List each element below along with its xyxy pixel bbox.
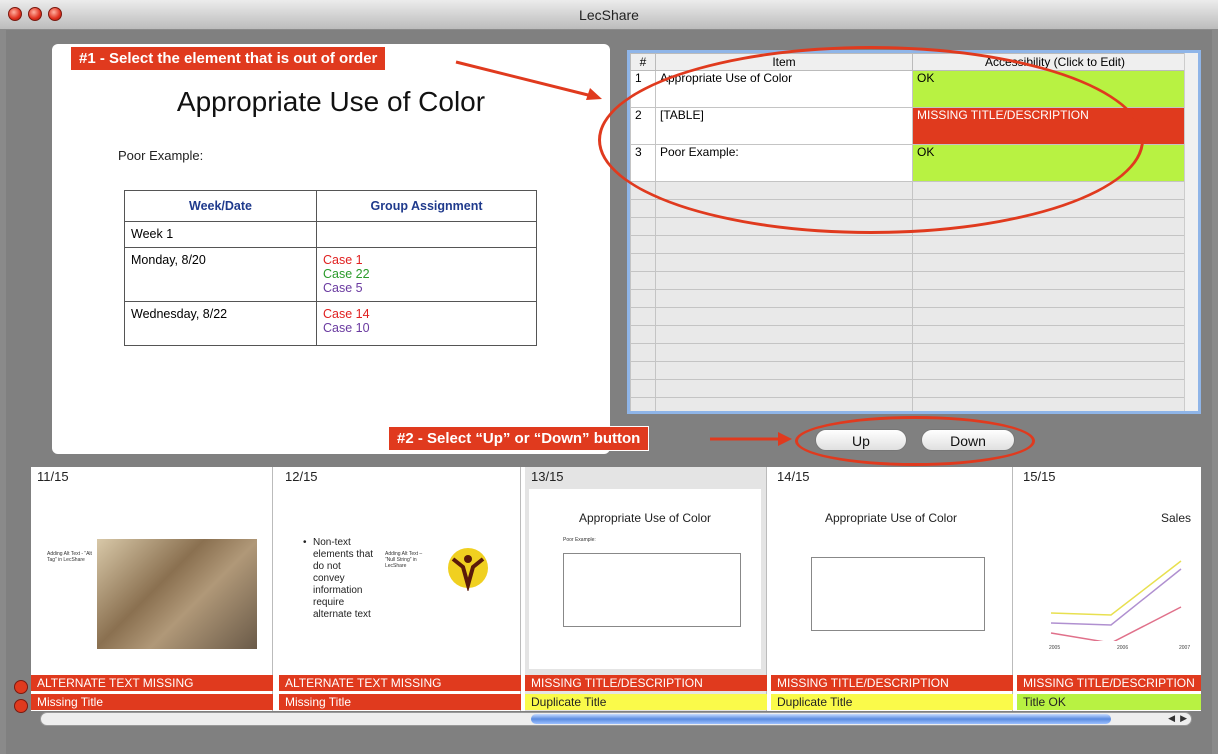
window-titlebar: LecShare	[0, 0, 1218, 30]
mini-table	[563, 553, 741, 627]
slide-number: 11/15	[37, 469, 69, 484]
mini-slide-title: Appropriate Use of Color	[578, 511, 712, 525]
status-title-description: MISSING TITLE/DESCRIPTION	[525, 675, 767, 691]
mini-slide-title: Appropriate Use of Color	[824, 511, 958, 525]
case-label: Case 1	[323, 253, 363, 267]
axis-year: 2007	[1179, 645, 1191, 651]
scrollbar-thumb[interactable]	[531, 714, 1111, 724]
grid-scrollbar[interactable]	[1184, 53, 1198, 411]
slide-thumbnail-image: Appropriate Use of Color	[775, 489, 1007, 669]
alt-text-caption: Adding Alt Text - “Alt Tag” in LecShare	[47, 551, 92, 563]
person-clipart-icon	[448, 548, 488, 591]
down-button[interactable]: Down	[921, 429, 1015, 451]
status-alt-text: ALTERNATE TEXT MISSING	[31, 675, 273, 691]
mini-line-chart	[1050, 560, 1182, 641]
up-button[interactable]: Up	[815, 429, 907, 451]
case-label: Case 10	[323, 321, 370, 335]
table-cell-group: Case 14 Case 10	[316, 301, 537, 346]
slide-thumbnail[interactable]: 15/15 Sales 2005 2006 2007 MISSING TITLE…	[1017, 467, 1201, 711]
slide-thumbnail[interactable]: 14/15 Appropriate Use of Color MISSING T…	[771, 467, 1013, 711]
case-label: Case 14	[323, 307, 370, 321]
slide-subtitle[interactable]: Poor Example:	[118, 148, 203, 163]
arrow-icon	[710, 432, 792, 446]
status-title: Duplicate Title	[771, 694, 1013, 710]
grid-header-num[interactable]: #	[630, 53, 656, 71]
status-title: Missing Title	[31, 694, 273, 710]
scroll-left-icon[interactable]: ◀	[1168, 713, 1175, 724]
slide-thumbnail-strip[interactable]: 11/15 Adding Alt Text - “Alt Tag” in Lec…	[31, 467, 1201, 711]
slide-number: 12/15	[285, 469, 318, 484]
slide-table[interactable]: Week/Date Group Assignment Week 1 Monday…	[124, 190, 537, 346]
slide-thumbnail-image: Appropriate Use of Color Poor Example:	[529, 489, 761, 669]
status-title: Duplicate Title	[525, 694, 767, 710]
status-title-description: MISSING TITLE/DESCRIPTION	[771, 675, 1013, 691]
table-cell-group	[316, 221, 537, 248]
mini-slide-title: Sales	[1160, 511, 1191, 525]
table-header-group: Group Assignment	[316, 190, 537, 222]
mini-slide-subtitle: Poor Example:	[563, 537, 596, 543]
slide-thumbnail-image: • Non-text elements that do not convey i…	[283, 489, 515, 669]
axis-year: 2006	[1117, 645, 1129, 651]
case-label: Case 5	[323, 281, 363, 295]
mini-table	[811, 557, 985, 631]
case-label: Case 22	[323, 267, 370, 281]
slide-number: 15/15	[1023, 469, 1056, 484]
bullet-text: Non-text elements that do not convey inf…	[313, 537, 374, 620]
slide-thumbnail-image: Adding Alt Text - “Alt Tag” in LecShare	[35, 489, 267, 669]
status-title: Title OK	[1017, 694, 1201, 710]
window-title: LecShare	[579, 7, 639, 23]
slide-number: 14/15	[777, 469, 810, 484]
slide-number: 13/15	[531, 469, 564, 484]
table-header-date: Week/Date	[124, 190, 317, 222]
highlight-ellipse	[598, 46, 1144, 234]
arrow-icon	[455, 60, 602, 100]
callout-step2: #2 - Select “Up” or “Down” button	[388, 426, 650, 451]
slide-thumbnail-image: Sales 2005 2006 2007	[1021, 489, 1199, 669]
callout-step1: #1 - Select the element that is out of o…	[70, 46, 387, 71]
status-alt-text: ALTERNATE TEXT MISSING	[279, 675, 521, 691]
status-title: Missing Title	[279, 694, 521, 710]
table-cell-date: Wednesday, 8/22	[124, 301, 317, 346]
thumbnail-scrollbar[interactable]: ◀ ▶	[40, 712, 1192, 726]
scroll-right-icon[interactable]: ▶	[1180, 713, 1187, 724]
slide-thumbnail[interactable]: 12/15 • Non-text elements that do not co…	[279, 467, 521, 711]
slide-thumbnail-selected[interactable]: 13/15 Appropriate Use of Color Poor Exam…	[525, 467, 767, 711]
row-indicator-icon	[14, 680, 28, 694]
cat-photo	[97, 539, 257, 649]
slide-thumbnail[interactable]: 11/15 Adding Alt Text - “Alt Tag” in Lec…	[31, 467, 273, 711]
alt-text-caption: Adding Alt Text – “Null String” in LecSh…	[385, 551, 423, 569]
table-cell-date: Week 1	[124, 221, 317, 248]
row-indicator-icon	[14, 699, 28, 713]
axis-year: 2005	[1049, 645, 1061, 651]
table-cell-date: Monday, 8/20	[124, 247, 317, 302]
status-title-description: MISSING TITLE/DESCRIPTION	[1017, 675, 1201, 691]
table-cell-group: Case 1 Case 22 Case 5	[316, 247, 537, 302]
